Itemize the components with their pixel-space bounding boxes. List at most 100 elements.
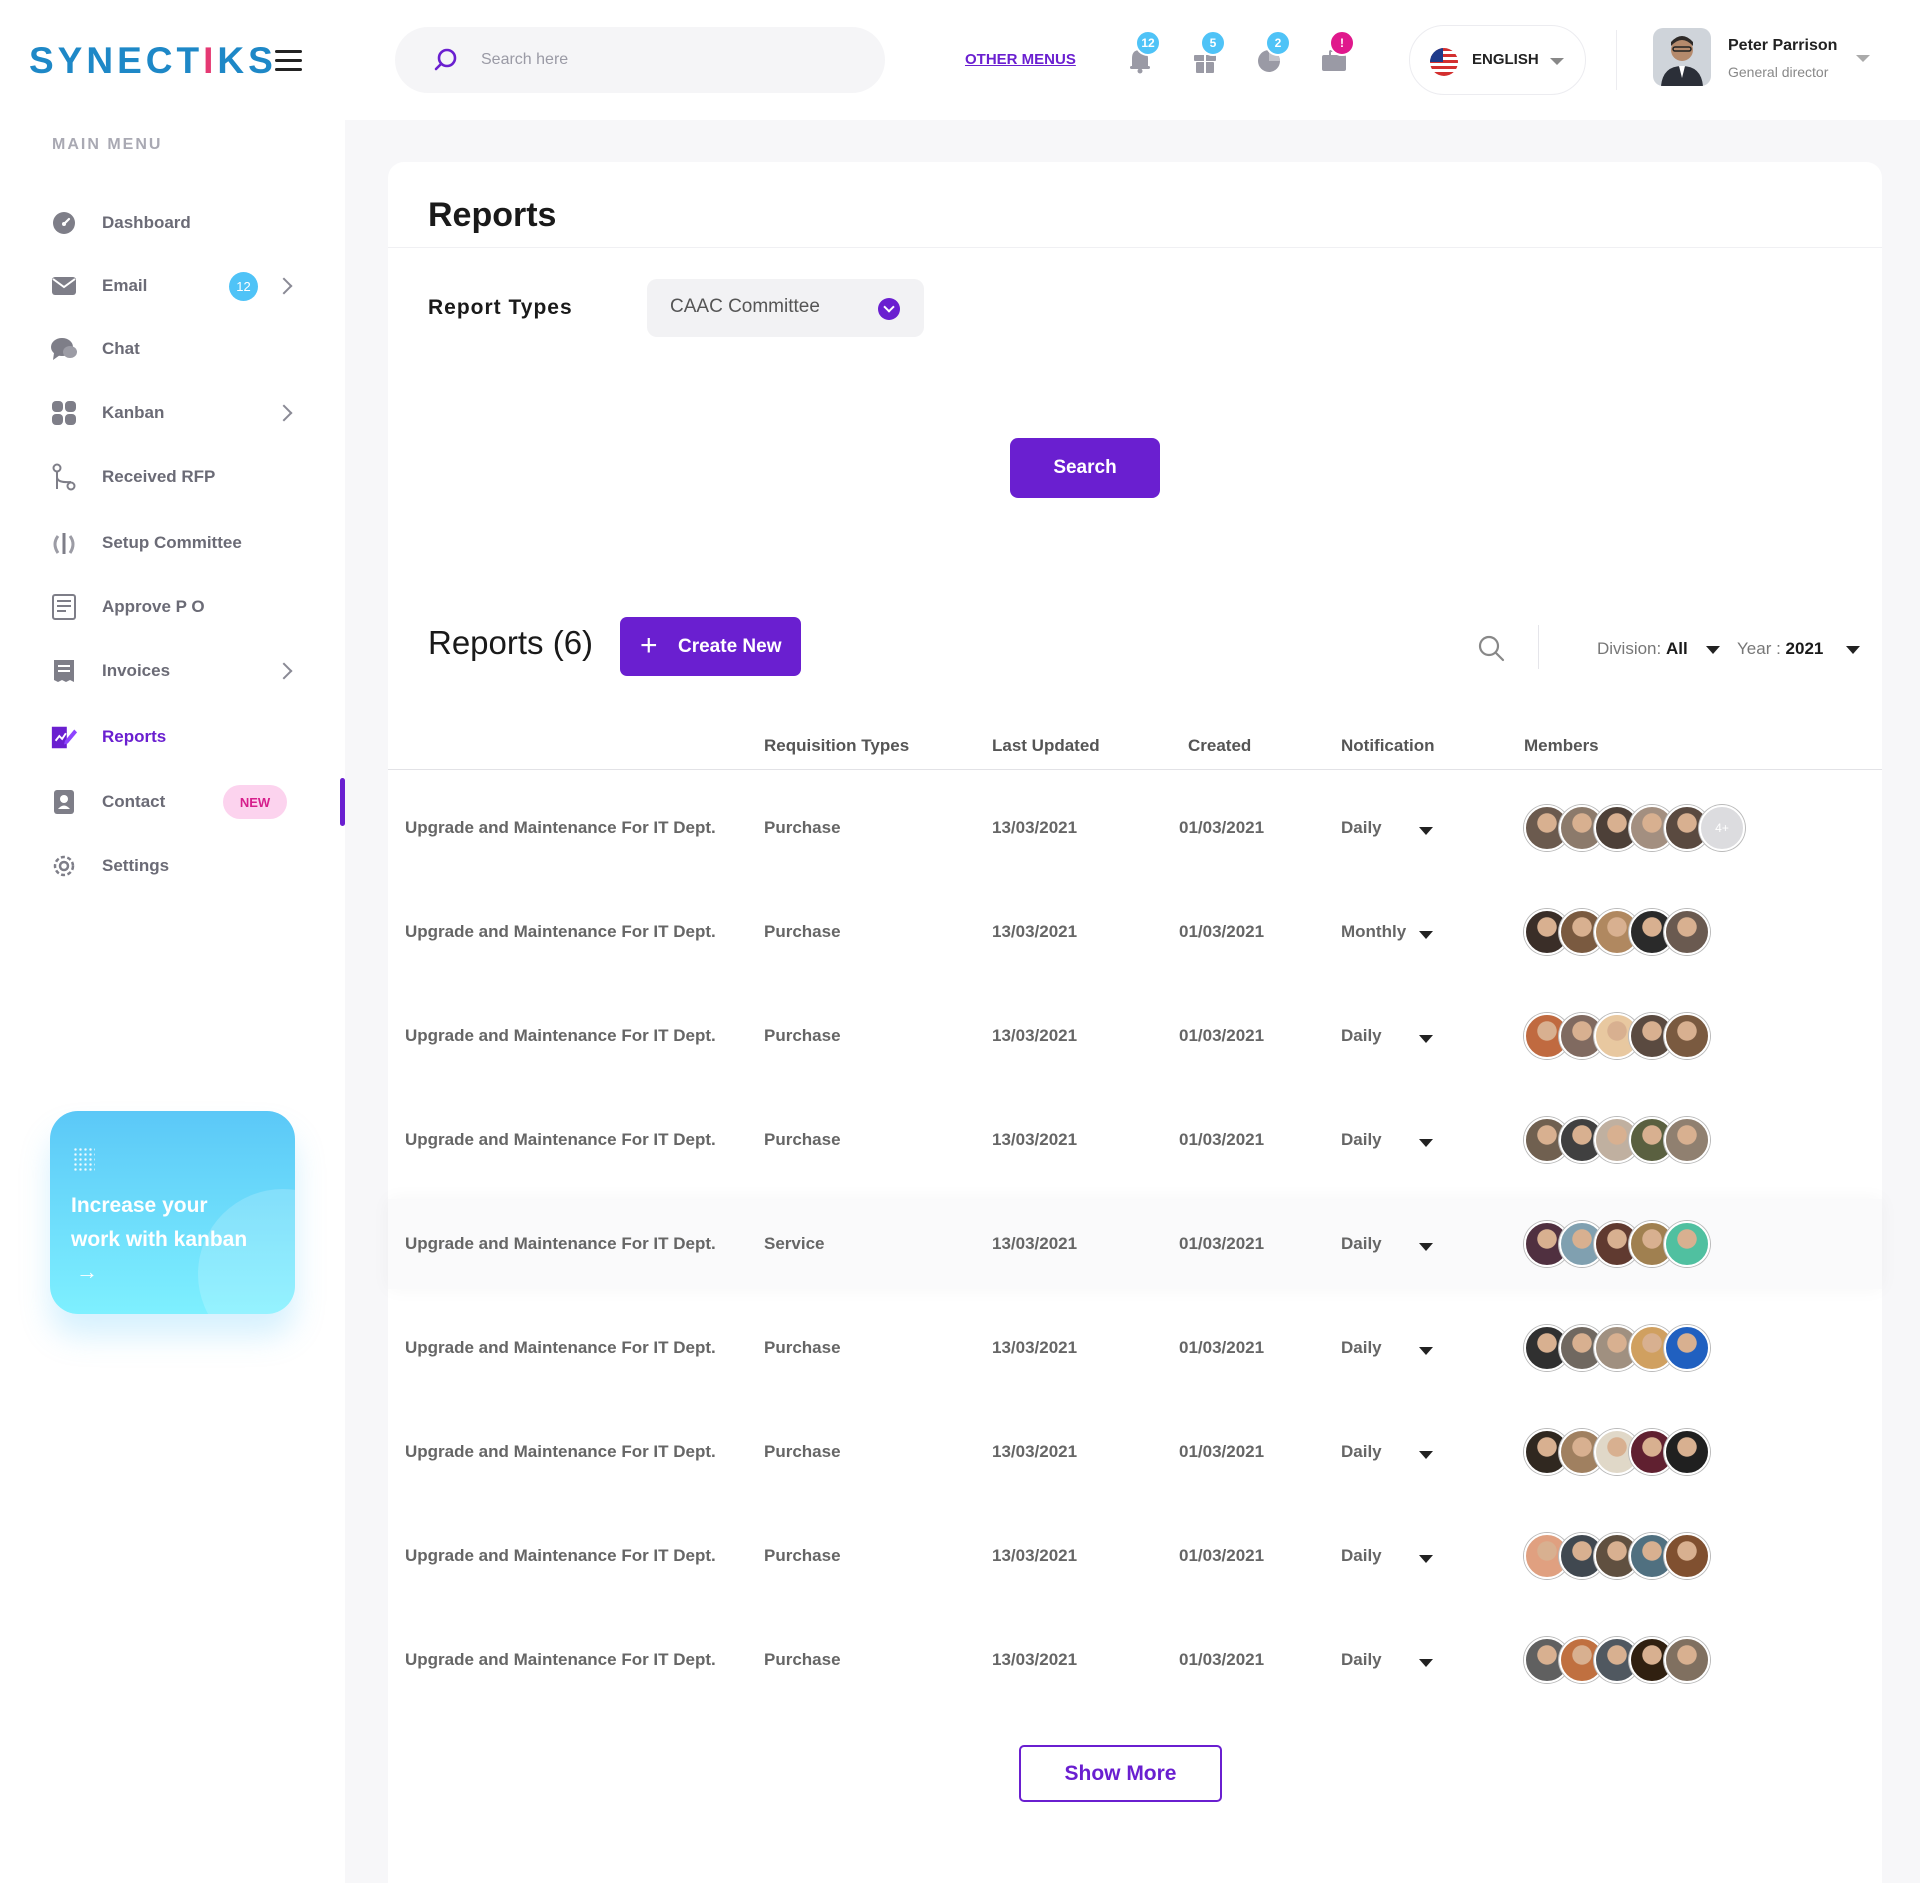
column-header-created[interactable]: Created [1188, 736, 1251, 756]
last-updated-cell: 13/03/2021 [992, 1130, 1078, 1149]
hamburger-menu-icon[interactable] [275, 50, 302, 72]
member-avatar[interactable] [1664, 1429, 1710, 1475]
division-filter[interactable]: Division: All [1597, 639, 1688, 659]
year-filter[interactable]: Year : 2021 [1737, 639, 1823, 659]
table-row[interactable]: Upgrade and Maintenance For IT Dept. Purc… [388, 991, 1882, 1081]
sidebar-item-contact[interactable]: Contact NEW [0, 777, 345, 827]
chevron-down-icon[interactable] [1706, 646, 1720, 654]
column-header-last-updated[interactable]: Last Updated [992, 736, 1100, 756]
requisition-type-cell: Purchase [764, 1130, 841, 1149]
create-new-button[interactable]: + Create New [620, 617, 801, 676]
member-avatar[interactable] [1664, 1221, 1710, 1267]
sidebar-item-label: Contact [102, 792, 166, 811]
column-header-members[interactable]: Members [1524, 736, 1599, 756]
chevron-down-icon[interactable] [1856, 55, 1870, 62]
table-row[interactable]: Upgrade and Maintenance For IT Dept. Purc… [388, 1511, 1882, 1601]
language-selector[interactable]: ENGLISH [1409, 25, 1586, 95]
member-avatar[interactable] [1664, 1013, 1710, 1059]
sidebar-item-label: Chat [102, 339, 140, 358]
table-row[interactable]: Upgrade and Maintenance For IT Dept. Purc… [388, 783, 1882, 873]
sidebar-item-reports[interactable]: Reports [0, 712, 345, 762]
other-menus-link[interactable]: OTHER MENUS [965, 51, 1076, 68]
member-avatar[interactable] [1664, 909, 1710, 955]
column-header-requisition-types[interactable]: Requisition Types [764, 736, 909, 756]
report-type-select[interactable]: CAAC Committee [647, 279, 924, 337]
chevron-down-icon[interactable] [1419, 1035, 1433, 1043]
table-row[interactable]: Upgrade and Maintenance For IT Dept. Purc… [388, 1407, 1882, 1497]
notification-cell[interactable]: Daily [1341, 1546, 1382, 1566]
sidebar-item-email[interactable]: Email 12 [0, 261, 345, 311]
notification-cell[interactable]: Daily [1341, 1650, 1382, 1670]
notification-cell[interactable]: Daily [1341, 818, 1382, 838]
notification-cell[interactable]: Daily [1341, 1338, 1382, 1358]
chevron-down-icon[interactable] [1846, 646, 1860, 654]
sidebar-item-approve-po[interactable]: Approve P O [0, 582, 345, 632]
notification-cell[interactable]: Monthly [1341, 922, 1406, 942]
table-row[interactable]: Upgrade and Maintenance For IT Dept. Purc… [388, 1303, 1882, 1393]
email-icon [50, 272, 78, 300]
notification-cell[interactable]: Daily [1341, 1234, 1382, 1254]
brand-logo[interactable]: SYNECTIKS [29, 40, 277, 82]
search-icon[interactable] [433, 47, 459, 73]
chevron-down-icon[interactable] [1419, 827, 1433, 835]
kanban-icon [50, 399, 78, 427]
sidebar-item-label: Received RFP [102, 467, 216, 486]
sidebar-item-label: Kanban [102, 403, 165, 422]
notification-cell[interactable]: Daily [1341, 1130, 1382, 1150]
search-button[interactable]: Search [1010, 438, 1160, 498]
member-avatar[interactable] [1664, 1533, 1710, 1579]
last-updated-cell: 13/03/2021 [992, 1650, 1078, 1669]
table-row[interactable]: Upgrade and Maintenance For IT Dept. Purc… [388, 887, 1882, 977]
requisition-type-cell: Service [764, 1234, 825, 1253]
chevron-down-icon[interactable] [1419, 1451, 1433, 1459]
chat-icon [50, 335, 78, 363]
chevron-down-icon[interactable] [1419, 1139, 1433, 1147]
member-avatar[interactable] [1664, 1325, 1710, 1371]
table-row[interactable]: Upgrade and Maintenance For IT Dept. Serv… [388, 1199, 1882, 1289]
report-name-cell: Upgrade and Maintenance For IT Dept. [405, 1130, 716, 1149]
user-avatar[interactable] [1653, 28, 1711, 86]
sidebar-item-received-rfp[interactable]: Received RFP [0, 452, 345, 502]
create-new-label: Create New [678, 636, 782, 657]
notification-cell[interactable]: Daily [1341, 1442, 1382, 1462]
kanban-promo-card[interactable]: Increase your work with kanban → [50, 1111, 295, 1314]
sidebar-item-dashboard[interactable]: Dashboard [0, 198, 345, 248]
chevron-down-icon [1550, 58, 1564, 65]
column-header-notification[interactable]: Notification [1341, 736, 1435, 756]
git-branch-icon [50, 463, 78, 491]
sidebar-item-chat[interactable]: Chat [0, 324, 345, 374]
created-cell: 01/03/2021 [1179, 922, 1265, 941]
chevron-down-icon[interactable] [1419, 1659, 1433, 1667]
last-updated-cell: 13/03/2021 [992, 1026, 1078, 1045]
sidebar-item-invoices[interactable]: Invoices [0, 646, 345, 696]
chevron-down-icon[interactable] [1419, 1347, 1433, 1355]
show-more-button[interactable]: Show More [1019, 1745, 1222, 1802]
requisition-type-cell: Purchase [764, 1338, 841, 1357]
more-members-badge[interactable]: 4+ [1699, 805, 1745, 851]
sidebar-item-settings[interactable]: Settings [0, 841, 345, 891]
requisition-type-cell: Purchase [764, 1026, 841, 1045]
sidebar-item-label: Invoices [102, 661, 171, 680]
approve-icon [50, 593, 78, 621]
divider [1616, 30, 1617, 90]
table-row[interactable]: Upgrade and Maintenance For IT Dept. Purc… [388, 1615, 1882, 1705]
sidebar-item-kanban[interactable]: Kanban [0, 388, 345, 438]
table-row[interactable]: Upgrade and Maintenance For IT Dept. Purc… [388, 1095, 1882, 1185]
divider [388, 769, 1882, 770]
notification-cell[interactable]: Daily [1341, 1026, 1382, 1046]
member-avatar[interactable] [1664, 1117, 1710, 1163]
reports-card: Reports Report Types CAAC Committee Sear… [388, 162, 1882, 1883]
chevron-down-icon[interactable] [1419, 1555, 1433, 1563]
last-updated-cell: 13/03/2021 [992, 1234, 1078, 1253]
sidebar-item-setup-committee[interactable]: Setup Committee [0, 518, 345, 568]
chevron-down-icon[interactable] [1419, 1243, 1433, 1251]
last-updated-cell: 13/03/2021 [992, 818, 1078, 837]
search-input[interactable] [481, 47, 831, 73]
report-types-label: Report Types [428, 296, 573, 319]
chevron-down-icon[interactable] [1419, 931, 1433, 939]
sidebar-item-label: Setup Committee [102, 533, 242, 552]
sidebar-item-label: Reports [102, 727, 167, 746]
search-icon[interactable] [1477, 634, 1505, 662]
requisition-type-cell: Purchase [764, 1650, 841, 1669]
member-avatar[interactable] [1664, 1637, 1710, 1683]
